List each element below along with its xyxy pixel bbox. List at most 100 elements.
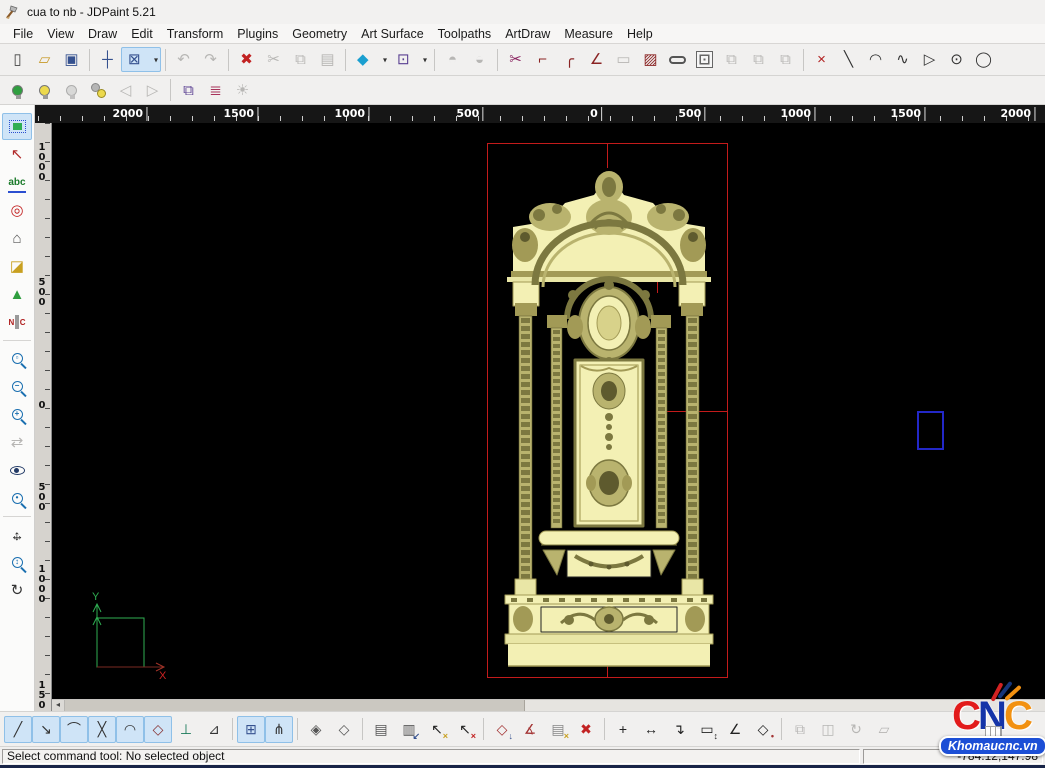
- pick-show-icon: [66, 85, 77, 96]
- scrollbar-thumb[interactable]: [65, 700, 525, 711]
- clear-selection-button[interactable]: ✖: [572, 716, 600, 743]
- menu-artdraw[interactable]: ArtDraw: [498, 25, 557, 43]
- node-edit-tool-button[interactable]: ↖: [2, 141, 32, 168]
- show-all-button[interactable]: [4, 78, 31, 103]
- snap-midpoint-button[interactable]: ↘: [32, 716, 60, 743]
- measure-region-button[interactable]: ◇•: [749, 716, 777, 743]
- shaded-view-button[interactable]: ◆▾: [350, 47, 390, 72]
- blue-object-rectangle[interactable]: [917, 411, 944, 450]
- concentric-offset-button[interactable]: [691, 47, 718, 72]
- pan-view-button[interactable]: [2, 521, 32, 548]
- menu-transform[interactable]: Transform: [160, 25, 231, 43]
- vruler-label-500: 5 0 0: [37, 278, 47, 308]
- draw-circle-button[interactable]: ⊙: [943, 47, 970, 72]
- zoom-window-button[interactable]: [2, 345, 32, 372]
- measure-distance-button[interactable]: ↔: [637, 716, 665, 743]
- pick-remove-button[interactable]: ↖×: [451, 716, 479, 743]
- menu-toolpaths[interactable]: Toolpaths: [431, 25, 499, 43]
- nc-tool-button[interactable]: [2, 309, 32, 336]
- select-box-dropdown[interactable]: ▾: [154, 55, 158, 64]
- menu-file[interactable]: File: [6, 25, 40, 43]
- snap-center-icon: ◇: [339, 722, 350, 736]
- offset-curve-button[interactable]: ▨: [637, 47, 664, 72]
- show-hide-button[interactable]: [2, 457, 32, 484]
- object-filter-button[interactable]: ▤×: [544, 716, 572, 743]
- horizontal-ruler: 2000150010005000500100015002000: [35, 105, 1045, 123]
- slot-tool-button[interactable]: [664, 47, 691, 72]
- relief-preview-alt-icon: ◒: [475, 52, 484, 67]
- point-tool-button[interactable]: +: [609, 716, 637, 743]
- measure-rect-icon-overlay: ↕: [714, 732, 719, 741]
- wireframe-view-dropdown[interactable]: ▾: [423, 55, 427, 64]
- draw-arc-button[interactable]: ◠: [862, 47, 889, 72]
- relief-tool-button[interactable]: ▲: [2, 281, 32, 308]
- project-to-plane-button[interactable]: ▤: [367, 716, 395, 743]
- fill-tool-button[interactable]: ◪: [2, 253, 32, 280]
- menu-measure[interactable]: Measure: [557, 25, 620, 43]
- menu-view[interactable]: View: [40, 25, 81, 43]
- snap-intersection-button[interactable]: ╳: [88, 716, 116, 743]
- zoom-in-button[interactable]: [2, 401, 32, 428]
- snap-axis-button[interactable]: ⋔: [265, 716, 293, 743]
- menu-art-surface[interactable]: Art Surface: [354, 25, 431, 43]
- menu-geometry[interactable]: Geometry: [285, 25, 354, 43]
- move-point-button[interactable]: ◇↓: [488, 716, 516, 743]
- wireframe-view-button[interactable]: ⊡▾: [390, 47, 430, 72]
- fillet-corner-button[interactable]: ╭: [556, 47, 583, 72]
- snap-grid-button[interactable]: ⊞: [237, 716, 265, 743]
- canvas-artwork-relief[interactable]: [503, 165, 715, 670]
- snap-endpoint-button[interactable]: ╱: [4, 716, 32, 743]
- measure-angle-button[interactable]: ∠: [721, 716, 749, 743]
- refresh-view-button[interactable]: ↻: [2, 577, 32, 604]
- split-curve-button[interactable]: ✂: [502, 47, 529, 72]
- snap-nearest-button[interactable]: ⌒: [60, 716, 88, 743]
- find-view-button[interactable]: [2, 485, 32, 512]
- measure-rect-button[interactable]: ▭↕: [693, 716, 721, 743]
- draw-ellipse-button[interactable]: ◯: [970, 47, 997, 72]
- show-selected-button[interactable]: [31, 78, 58, 103]
- drawing-canvas[interactable]: Y X ◂: [52, 123, 1045, 711]
- open-file-button[interactable]: ▱: [31, 47, 58, 72]
- text-tool-button[interactable]: [2, 169, 32, 196]
- snap-angle-button[interactable]: ⊿: [200, 716, 228, 743]
- skew-object-button: ▱: [870, 716, 898, 743]
- draw-point-button[interactable]: ×: [808, 47, 835, 72]
- scrollbar-left-arrow[interactable]: ◂: [52, 700, 65, 711]
- save-file-button[interactable]: ▣: [58, 47, 85, 72]
- pick-add-button[interactable]: ↖×: [423, 716, 451, 743]
- menu-plugins[interactable]: Plugins: [230, 25, 285, 43]
- profile-tool-button[interactable]: ◎: [2, 197, 32, 224]
- object-pages-button[interactable]: ⧉: [175, 78, 202, 103]
- menu-draw[interactable]: Draw: [81, 25, 124, 43]
- menu-help[interactable]: Help: [620, 25, 660, 43]
- snap-tangent-button[interactable]: ◠: [116, 716, 144, 743]
- draw-spline-button[interactable]: ∿: [889, 47, 916, 72]
- zoom-out-button[interactable]: [2, 373, 32, 400]
- project-to-relief-button[interactable]: ▥↙: [395, 716, 423, 743]
- snap-vertex-button[interactable]: ◈: [302, 716, 330, 743]
- align-point-button[interactable]: ∡: [516, 716, 544, 743]
- swap-visibility-button[interactable]: [85, 78, 112, 103]
- chamfer-corner-button[interactable]: ∠: [583, 47, 610, 72]
- snap-center-button[interactable]: ◇: [330, 716, 358, 743]
- shaded-view-dropdown[interactable]: ▾: [383, 55, 387, 64]
- canvas-horizontal-scrollbar[interactable]: ◂: [52, 699, 1045, 711]
- layer-manager-button[interactable]: ≣: [202, 78, 229, 103]
- pick-crosshair-button[interactable]: ┼: [94, 47, 121, 72]
- menu-edit[interactable]: Edit: [124, 25, 160, 43]
- select-tool-button[interactable]: [2, 113, 32, 140]
- new-file-button[interactable]: ▯: [4, 47, 31, 72]
- shape-tool-button[interactable]: ⌂: [2, 225, 32, 252]
- draw-polyline-button[interactable]: ▷: [916, 47, 943, 72]
- snap-quadrant-button[interactable]: ◇: [144, 716, 172, 743]
- measure-step-button[interactable]: ↴: [665, 716, 693, 743]
- delete-object-button[interactable]: ✖: [233, 47, 260, 72]
- snap-perpendicular-button[interactable]: ⊥: [172, 716, 200, 743]
- trim-curve-button[interactable]: ⌐: [529, 47, 556, 72]
- zoom-scale-button[interactable]: [2, 549, 32, 576]
- select-box-button[interactable]: ⊠▾: [121, 47, 161, 72]
- array-copy-button: ⧉: [745, 47, 772, 72]
- paste-icon: ▤: [320, 52, 334, 67]
- draw-line-button[interactable]: ╲: [835, 47, 862, 72]
- show-hide-icon: [10, 466, 25, 475]
